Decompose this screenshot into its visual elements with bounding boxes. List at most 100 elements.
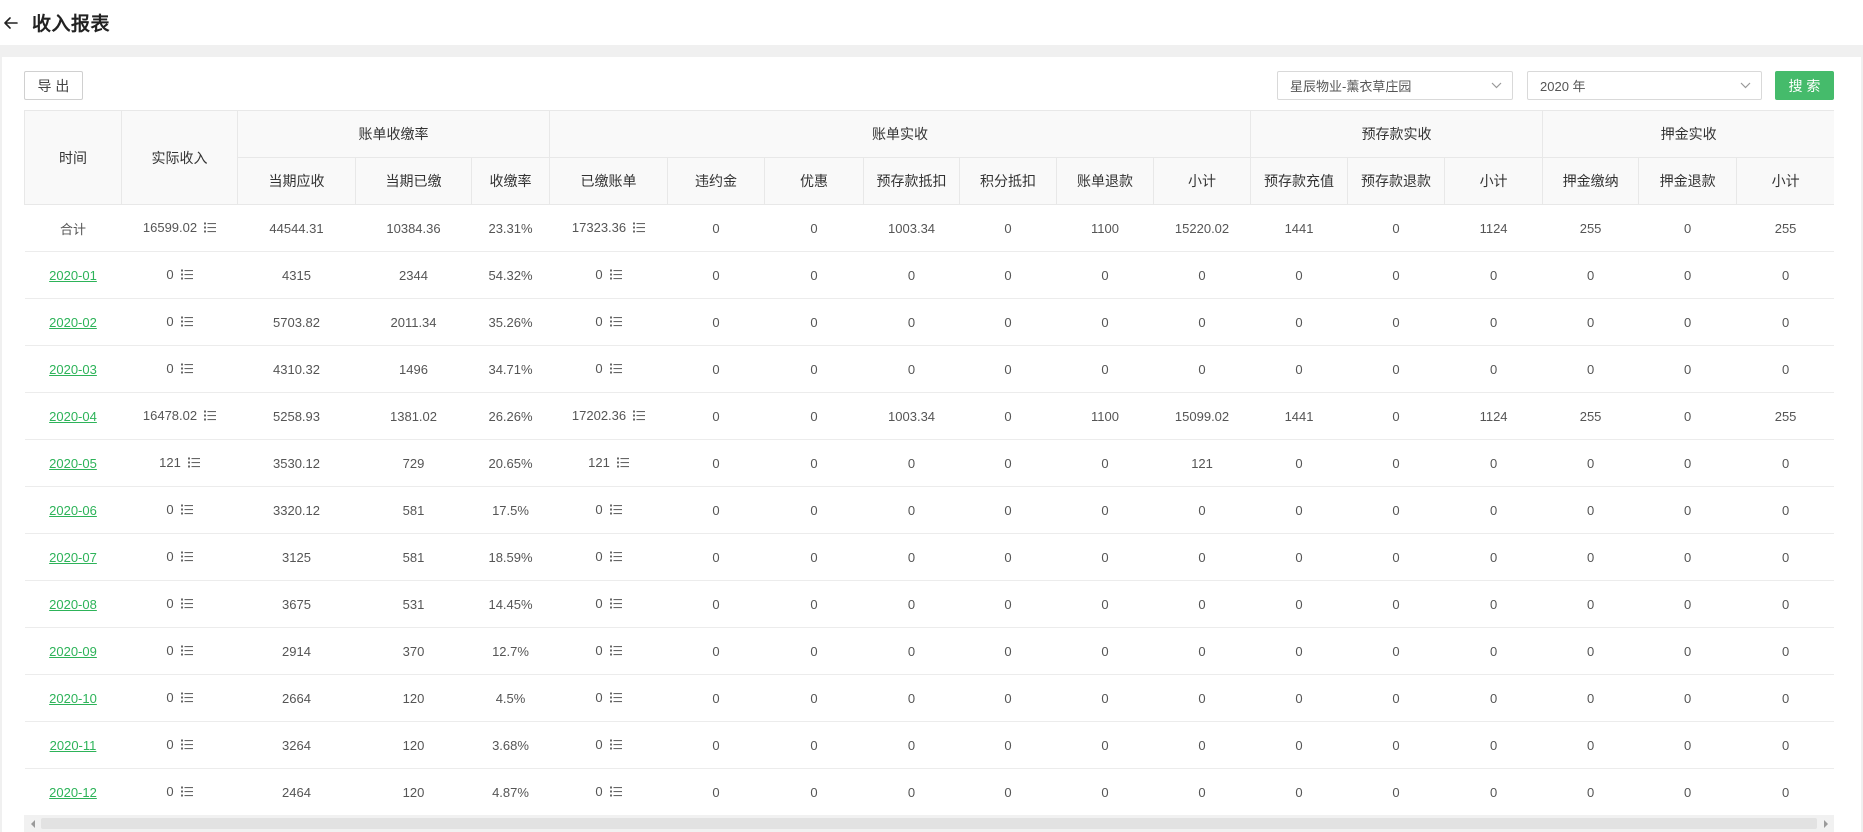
month-link[interactable]: 2020-12 [49,785,97,800]
scroll-left-arrow[interactable] [24,815,41,832]
project-select[interactable]: 星辰物业-薰衣草庄园 [1277,71,1513,100]
month-link[interactable]: 2020-03 [49,362,97,377]
month-link[interactable]: 2020-02 [49,315,97,330]
cell-value: 0 [1489,737,1498,753]
cell-value: 120 [402,737,425,753]
cell-value: 0 [1101,267,1109,283]
cell-time: 2020-07 [24,533,122,581]
list-icon[interactable] [609,691,622,706]
column-header-prepaid-deduction: 预存款抵扣 [863,157,961,205]
month-link[interactable]: 2020-10 [49,691,97,706]
cell-paid-bills: 17202.36 [549,392,668,440]
list-icon[interactable] [180,738,193,753]
cell-deposit-paid: 255 [1542,204,1639,252]
cell-value: 0 [712,267,720,283]
cell-collection-rate: 23.31% [471,204,550,252]
month-link[interactable]: 2020-05 [49,456,97,471]
cell-deposit-subtotal: 0 [1736,439,1834,487]
cell-prepaid-refund: 0 [1347,392,1445,440]
cell-prepaid-refund: 0 [1347,298,1445,346]
month-link[interactable]: 2020-09 [49,644,97,659]
list-icon[interactable] [609,362,622,377]
cell-deposit-subtotal: 0 [1736,298,1834,346]
list-icon[interactable] [180,691,193,706]
list-icon[interactable] [609,597,622,612]
cell-value: 0 [166,549,174,564]
scrollbar-thumb[interactable] [41,818,1817,829]
cell-discount: 0 [764,298,864,346]
search-button[interactable]: 搜 索 [1775,71,1834,100]
cell-value: 0 [595,361,603,376]
cell-current-paid: 2344 [355,251,472,299]
cell-value: 0 [810,502,818,518]
cell-bill-subtotal: 15099.02 [1153,392,1251,440]
cell-current-paid: 581 [355,486,472,534]
list-icon[interactable] [609,644,622,659]
cell-prepaid-subtotal: 0 [1444,251,1543,299]
page-title: 收入报表 [32,14,111,35]
list-icon[interactable] [180,550,193,565]
cell-actual-income: 0 [121,533,238,581]
cell-collection-rate: 34.71% [471,345,550,393]
cell-deposit-subtotal: 0 [1736,674,1834,722]
cell-value: 0 [1004,361,1012,377]
total-label: 合计 [59,221,86,237]
cell-prepaid-topup: 0 [1250,439,1348,487]
cell-discount: 0 [764,204,864,252]
list-icon[interactable] [180,785,193,800]
year-select[interactable]: 2020 年 [1527,71,1762,100]
cell-deposit-paid: 0 [1542,627,1639,675]
horizontal-scrollbar[interactable] [24,815,1834,832]
list-icon[interactable] [180,597,193,612]
list-icon[interactable] [609,268,622,283]
cell-value: 17202.36 [571,408,627,423]
list-icon[interactable] [609,550,622,565]
list-icon[interactable] [180,315,193,330]
list-icon[interactable] [609,785,622,800]
cell-prepaid-deduction: 1003.34 [863,204,960,252]
list-icon[interactable] [204,409,217,424]
list-icon[interactable] [609,315,622,330]
month-link[interactable]: 2020-06 [49,503,97,518]
cell-value: 0 [1683,408,1692,424]
list-icon[interactable] [187,456,200,471]
month-link[interactable]: 2020-01 [49,268,97,283]
cell-points-deduction: 0 [959,674,1057,722]
list-icon[interactable] [180,503,193,518]
cell-current-receivable: 2664 [237,674,356,722]
cell-deposit-paid: 0 [1542,298,1639,346]
cell-value: 0 [1781,361,1790,377]
cell-discount: 0 [764,674,864,722]
list-icon[interactable] [180,268,193,283]
table-row: 2020-07 0 3125 581 18.59% 0 0 0 0 0 0 0 0 0 0 0 0 0 [24,533,1834,581]
arrow-left-icon [4,16,18,29]
cell-value: 0 [1489,690,1498,706]
cell-value: 1003.34 [888,220,936,236]
list-icon[interactable] [616,456,629,471]
column-header-deposit-subtotal: 小计 [1736,157,1834,205]
list-icon[interactable] [204,221,217,236]
list-icon[interactable] [633,221,646,236]
back-button[interactable] [2,12,20,34]
list-icon[interactable] [609,503,622,518]
list-icon[interactable] [609,738,622,753]
month-link[interactable]: 2020-11 [50,738,97,753]
cell-value: 0 [1683,502,1692,518]
cell-value: 0 [1392,737,1400,753]
list-icon[interactable] [633,409,646,424]
export-button[interactable]: 导 出 [24,71,83,100]
month-link[interactable]: 2020-07 [49,550,97,565]
month-link[interactable]: 2020-08 [49,597,97,612]
cell-deposit-refund: 0 [1638,251,1737,299]
month-link[interactable]: 2020-04 [49,409,97,424]
scroll-right-arrow[interactable] [1817,815,1834,832]
cell-value: 0 [1295,596,1303,612]
list-icon[interactable] [180,644,193,659]
cell-deposit-paid: 0 [1542,251,1639,299]
list-icon[interactable] [180,362,193,377]
cell-prepaid-subtotal: 0 [1444,627,1543,675]
cell-value: 0 [712,408,720,424]
cell-value: 255 [1774,220,1797,236]
cell-actual-income: 0 [121,674,238,722]
column-header-points-deduction: 积分抵扣 [959,157,1058,205]
